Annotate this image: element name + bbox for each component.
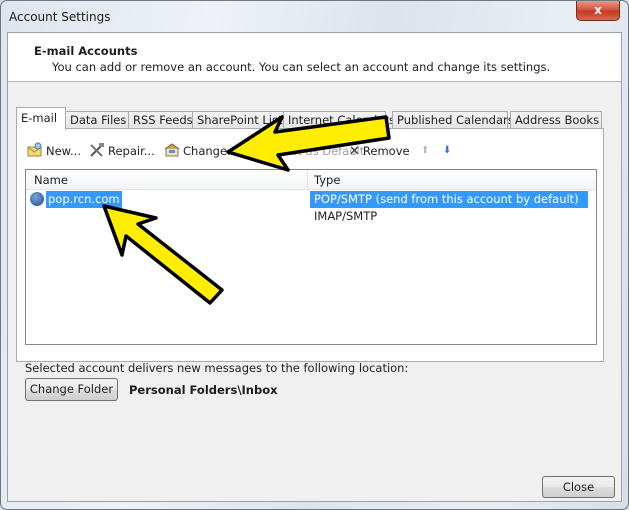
- account-name: pop.rcn.com: [46, 191, 122, 208]
- move-up-button[interactable]: ⬆: [421, 141, 429, 161]
- move-down-button[interactable]: ⬇: [443, 141, 451, 161]
- account-settings-window: Account Settings x E-mail Accounts You c…: [0, 0, 629, 510]
- tab-address-books[interactable]: Address Books: [510, 111, 602, 129]
- column-divider[interactable]: [307, 170, 308, 189]
- delivery-location-label: Selected account delivers new messages t…: [25, 361, 409, 375]
- tab-rss-feeds[interactable]: RSS Feeds: [128, 111, 195, 129]
- tab-sharepoint-lists[interactable]: SharePoint Lists: [192, 111, 289, 129]
- account-type: IMAP/SMTP: [314, 209, 378, 223]
- tab-published-calendars[interactable]: Published Calendars: [392, 111, 514, 129]
- window-close-button[interactable]: x: [576, 1, 620, 21]
- remove-label: Remove: [362, 144, 410, 158]
- window-title: Account Settings: [9, 10, 111, 24]
- change-account-icon: [164, 142, 180, 158]
- account-row[interactable]: IMAP/SMTP: [26, 208, 588, 225]
- section-description: You can add or remove an account. You ca…: [52, 60, 551, 74]
- account-row[interactable]: pop.rcn.com POP/SMTP (send from this acc…: [26, 191, 588, 208]
- repair-label: Repair...: [108, 144, 155, 158]
- header-panel: E-mail Accounts You can add or remove an…: [8, 33, 621, 82]
- accounts-list: Name Type pop.rcn.com POP/SMTP (send fro…: [25, 169, 597, 345]
- new-account-icon: [27, 142, 43, 158]
- email-tab-panel: New... Repair... Change... Set as Defaul…: [16, 128, 604, 362]
- column-header-type[interactable]: Type: [314, 173, 340, 187]
- new-account-button[interactable]: New...: [27, 141, 81, 161]
- section-title: E-mail Accounts: [34, 44, 138, 58]
- change-label: Change...: [183, 144, 238, 158]
- tab-data-files[interactable]: Data Files: [65, 111, 129, 129]
- new-label: New...: [46, 144, 81, 158]
- column-header-name[interactable]: Name: [34, 173, 68, 187]
- remove-icon: ✕: [349, 144, 360, 159]
- repair-button[interactable]: Repair...: [89, 141, 155, 161]
- tools-icon: [89, 142, 105, 158]
- close-button[interactable]: Close: [542, 476, 615, 498]
- change-button[interactable]: Change...: [164, 141, 238, 161]
- dialog-client-area: E-mail Accounts You can add or remove an…: [7, 32, 622, 502]
- change-folder-button[interactable]: Change Folder: [25, 378, 118, 401]
- account-toolbar: New... Repair... Change... Set as Defaul…: [25, 141, 603, 161]
- remove-button[interactable]: ✕ Remove: [349, 141, 410, 161]
- account-type: POP/SMTP (send from this account by defa…: [310, 191, 588, 208]
- default-account-check-icon: [30, 192, 44, 206]
- account-name: [46, 208, 50, 225]
- list-header: Name Type: [26, 170, 596, 190]
- tab-internet-calendars[interactable]: Internet Calendars: [283, 111, 395, 129]
- delivery-folder-path: Personal Folders\Inbox: [129, 383, 278, 397]
- tab-email[interactable]: E-mail: [16, 107, 66, 130]
- title-bar: Account Settings x: [1, 1, 628, 31]
